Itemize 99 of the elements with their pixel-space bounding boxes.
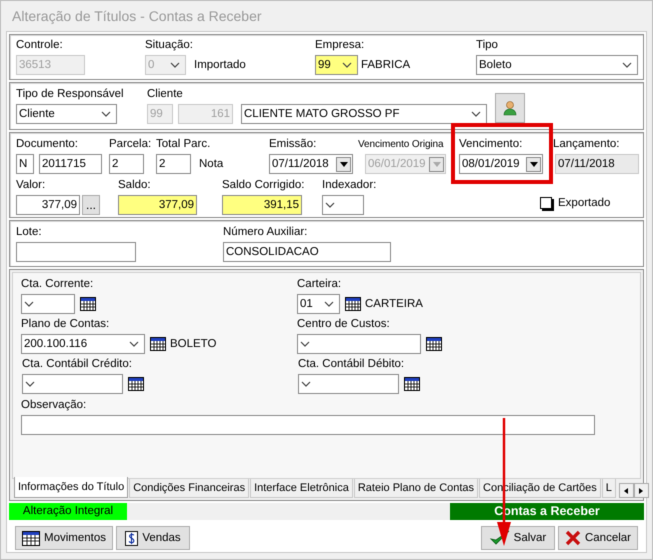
plano-de-contas-dropdown[interactable]: 200.100.116 [21,334,145,354]
dollar-icon [125,530,138,546]
mode-status: Alteração Integral [9,503,127,520]
responsavel-dropdown[interactable]: Cliente [16,104,117,124]
footer-button[interactable]: Cancelar [558,526,638,550]
cross-icon [564,530,581,546]
cta-debito-dropdown[interactable] [298,374,399,394]
tipo-dropdown[interactable]: Boleto [476,55,638,75]
field-label: Plano de Contas: [21,317,110,332]
chevron-down-icon [25,381,35,387]
exportado-label: Exportado [558,197,610,209]
carteira-description: CARTEIRA [365,298,423,310]
caret-down-icon [432,162,440,166]
field-label: Empresa: [315,38,366,53]
person-button[interactable] [495,93,525,123]
plano-description: BOLETO [170,338,216,350]
chevron-down-icon [300,341,310,347]
table-lookup-icon[interactable] [80,297,96,311]
caret-down-icon [340,162,348,166]
cta-credito-dropdown[interactable] [22,374,123,394]
centro-de-custos-dropdown[interactable] [297,334,421,354]
field-label: Tipo de Responsável [16,87,125,102]
field-label: Valor: [16,178,46,193]
chevron-down-icon [342,62,352,68]
table-lookup-icon[interactable] [150,337,166,351]
field-label: Tipo [476,38,499,53]
field-label: Total Parc. [156,137,212,152]
indexador-dropdown[interactable] [322,195,364,215]
scroll-left-button[interactable] [618,483,634,498]
field-label: Lote: [16,225,43,240]
field-label: Número Auxiliar: [223,225,308,240]
caret-right-icon [639,488,644,494]
chevron-down-icon [170,62,180,68]
saldo-field[interactable]: 377,09 [118,195,197,215]
tab[interactable]: L [602,479,616,498]
exportado-checkbox[interactable] [540,197,552,209]
carteira-dropdown[interactable]: 01 [297,294,340,314]
chevron-down-icon [24,301,34,307]
situacao-description: Importado [194,59,246,71]
vencimento-date-field[interactable]: 08/01/2019 [459,154,543,174]
field-label: Indexador: [322,178,378,193]
table-lookup-icon[interactable] [404,377,420,391]
valor-field[interactable]: 377,09 [16,195,80,215]
field-label: Emissão: [269,137,318,152]
tab[interactable]: Condições Financeiras [129,479,250,498]
field-label: Saldo: [118,178,152,193]
total-parcelas-field[interactable]: 2 [156,154,191,174]
field-label: Situação: [145,38,194,53]
tab[interactable]: Rateio Plano de Contas [354,479,478,498]
field-label: Carteira: [297,277,342,292]
chevron-down-icon [101,111,111,117]
table-lookup-icon[interactable] [128,377,144,391]
saldo-corrigido-field[interactable]: 391,15 [222,195,302,215]
numero-auxiliar-field[interactable]: CONSOLIDACAO [223,242,391,262]
footer-button[interactable]: Salvar [480,526,555,550]
table-icon [22,530,40,546]
empresa-description: FABRICA [361,59,410,71]
table-lookup-icon[interactable] [345,297,361,311]
field-label: Cliente [147,87,184,102]
document-prefix-field[interactable]: N [16,154,34,174]
chevron-down-icon [324,301,334,307]
cliente-dropdown[interactable]: CLIENTE MATO GROSSO PF [241,104,487,124]
tab[interactable]: Interface Eletrônica [250,479,353,498]
field-label: Lançamento: [553,137,620,152]
footer-button[interactable]: Vendas [116,526,190,550]
scroll-right-button[interactable] [634,483,649,498]
tab[interactable]: Informações do Título [14,477,128,498]
lancamento-field: 07/11/2018 [555,154,639,174]
ellipsis-button[interactable]: ... [82,195,100,215]
observacao-field[interactable] [21,415,595,435]
field-label: Vencimento: [459,137,524,152]
field-label: Centro de Custos: [297,317,391,332]
field-label: Cta. Corrente: [21,277,94,292]
field-label: Vencimento Origina [358,138,444,152]
chevron-down-icon [471,111,481,117]
field-label: Saldo Corrigido: [222,178,306,193]
emissao-date-field[interactable]: 07/11/2018 [269,154,353,174]
parcela-field[interactable]: 2 [109,154,144,174]
chevron-down-icon [301,381,311,387]
caret-down-icon [530,162,538,166]
person-icon [502,100,518,116]
cta-corrente-dropdown[interactable] [21,294,75,314]
field-label: Observação: [21,398,88,413]
field-label: Cta. Contábil Crédito: [22,357,133,372]
table-lookup-icon[interactable] [426,337,442,351]
lote-field[interactable] [16,242,136,262]
total-parcelas-description: Nota [199,158,224,170]
chevron-down-icon [325,202,335,208]
field-label: Cta. Contábil Débito: [298,357,406,372]
chevron-down-icon [622,62,632,68]
chevron-down-icon [129,341,139,347]
empresa-dropdown[interactable]: 99 [315,55,358,75]
window-title: Alteração de Títulos - Contas a Receber [11,7,263,26]
footer-button[interactable]: Movimentos [15,526,113,550]
caret-left-icon [624,488,628,494]
field-label: Parcela: [109,137,152,152]
field-label: Controle: [16,38,64,53]
field-label: Documento: [16,137,80,152]
documento-field[interactable]: 2011715 [39,154,102,174]
